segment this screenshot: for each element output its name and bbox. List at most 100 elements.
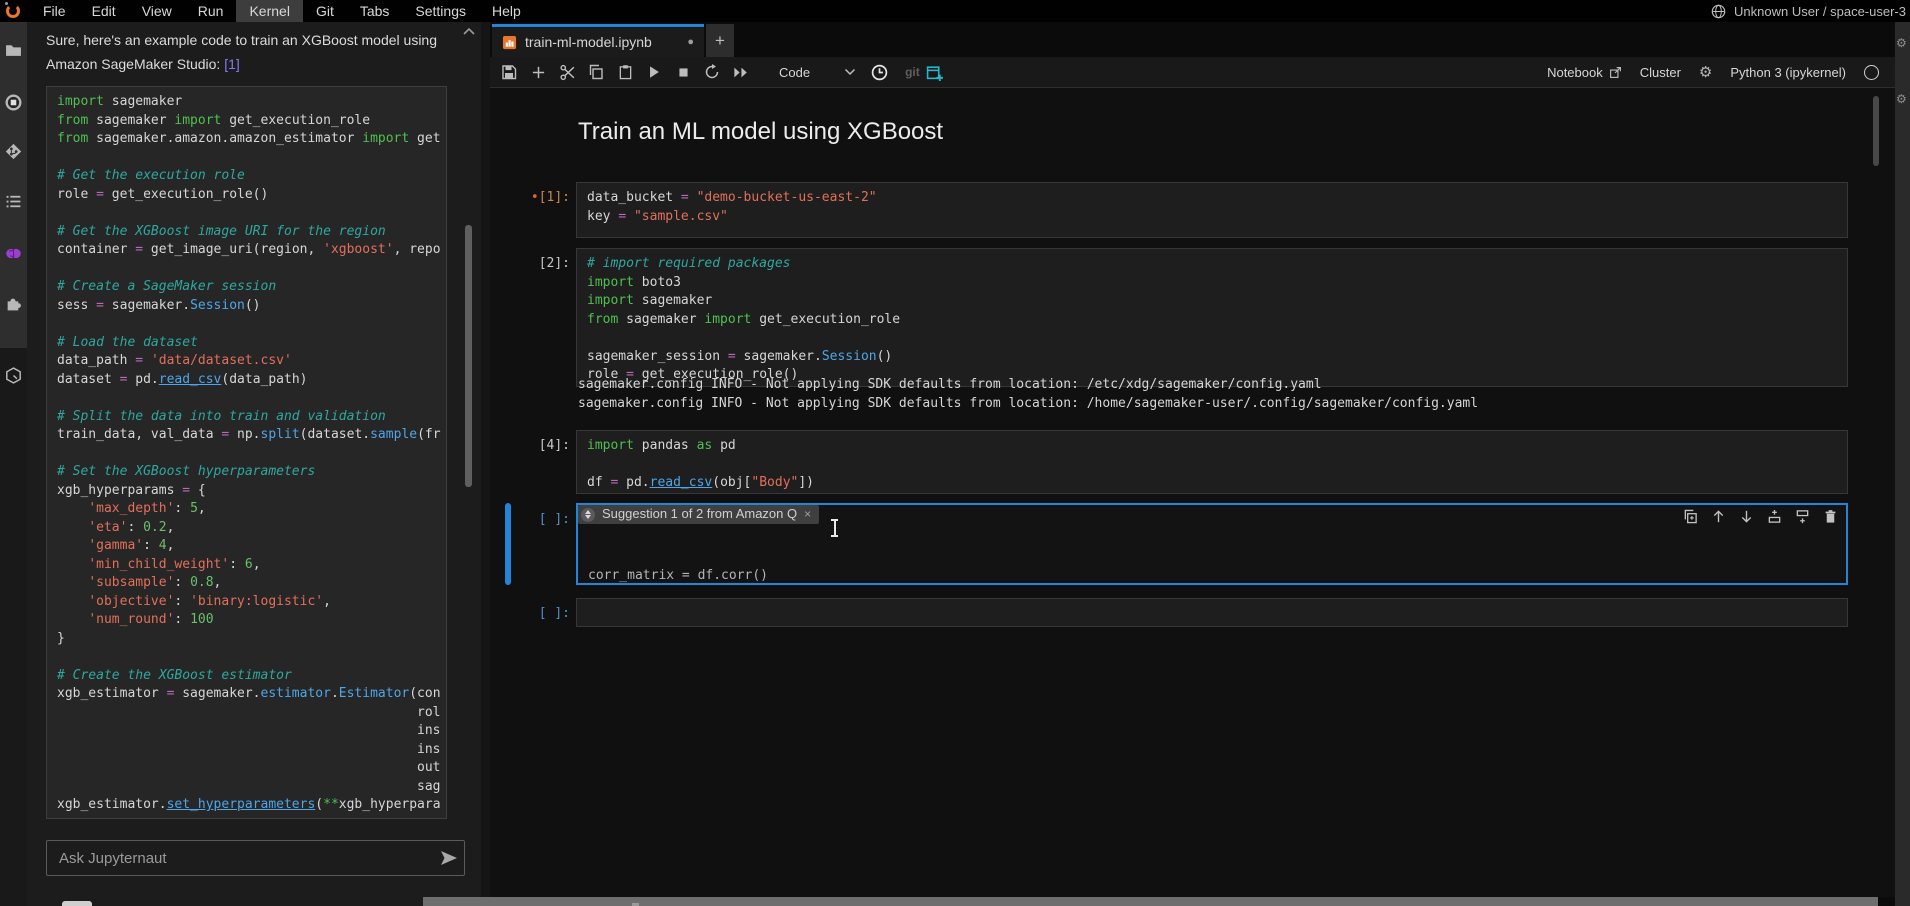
active-code-cell[interactable]: corr_matrix = df.corr() Suggestion 1 of … <box>576 503 1848 585</box>
table-of-contents-icon[interactable] <box>5 193 22 210</box>
schedule-notebook-icon[interactable] <box>926 63 944 81</box>
notebook-link[interactable]: Notebook <box>1547 65 1622 80</box>
insert-cell-above-icon[interactable] <box>1767 509 1782 524</box>
cell-type-dropdown[interactable]: Code <box>779 65 856 80</box>
code-line: from sagemaker.amazon.amazon_estimator i… <box>57 130 446 149</box>
code-line: # Get the execution role <box>57 167 446 186</box>
menu-items: FileEditViewRunKernelGitTabsSettingsHelp <box>30 0 534 22</box>
menu-item-file[interactable]: File <box>30 0 79 22</box>
code-line <box>588 548 1836 567</box>
chat-input-box <box>46 840 465 876</box>
suggestion-cycler-icon[interactable] <box>581 508 595 522</box>
menu-item-run[interactable]: Run <box>185 0 237 22</box>
insert-cell-below-icon[interactable] <box>1795 509 1810 524</box>
interrupt-kernel-button[interactable] <box>674 63 692 81</box>
menu-item-help[interactable]: Help <box>479 0 534 22</box>
code-line: 'gamma': 4, <box>57 537 446 556</box>
gear-icon[interactable]: ⚙ <box>1699 63 1712 81</box>
code-line <box>57 204 446 223</box>
code-line: 'min_child_weight': 6, <box>57 556 446 575</box>
code-line: import pandas as pd <box>587 437 1837 456</box>
cell-type-value: Code <box>779 65 810 80</box>
chat-scroll-up-icon[interactable] <box>462 26 476 36</box>
code-line <box>57 149 446 168</box>
code-cell[interactable]: import pandas as pd df = pd.read_csv(obj… <box>576 430 1848 494</box>
duplicate-cell-icon[interactable] <box>1683 509 1698 524</box>
code-line: corr_matrix = df.corr() <box>588 567 1836 586</box>
code-cell[interactable]: # import required packagesimport boto3im… <box>576 248 1848 387</box>
move-cell-down-icon[interactable] <box>1739 509 1754 524</box>
code-line: container = get_image_uri(region, 'xgboo… <box>57 241 446 260</box>
save-button[interactable] <box>500 63 518 81</box>
running-sessions-icon[interactable] <box>5 94 22 111</box>
move-cell-up-icon[interactable] <box>1711 509 1726 524</box>
restart-kernel-button[interactable] <box>703 63 721 81</box>
citation-link[interactable]: [1] <box>224 56 240 72</box>
menu-item-tabs[interactable]: Tabs <box>347 0 403 22</box>
jupyternaut-chat-panel: Sure, here's an example code to train an… <box>27 22 481 906</box>
notebook-content: Train an ML model using XGBoost •[1]: da… <box>490 88 1895 897</box>
send-button[interactable] <box>434 847 464 869</box>
paste-cells-button[interactable] <box>616 63 634 81</box>
code-line: sag <box>57 778 446 797</box>
kernel-status-icon[interactable] <box>1864 65 1879 80</box>
property-inspector-icon[interactable]: ⚙ <box>1896 36 1907 50</box>
cell-output: sagemaker.config INFO - Not applying SDK… <box>578 376 1478 413</box>
code-line: 'subsample': 0.8, <box>57 574 446 593</box>
notebook-tab[interactable]: train-ml-model.ipynb ● <box>492 24 704 57</box>
code-line: from sagemaker import get_execution_role <box>57 112 446 131</box>
menu-item-settings[interactable]: Settings <box>402 0 479 22</box>
menu-bar: FileEditViewRunKernelGitTabsSettingsHelp… <box>0 0 1910 22</box>
code-line <box>57 260 446 279</box>
kernel-usage-button[interactable] <box>870 63 888 81</box>
suggestion-label: Suggestion 1 of 2 from Amazon Q <box>602 505 797 524</box>
code-line: # Load the dataset <box>57 334 446 353</box>
restart-run-all-button[interactable] <box>732 63 750 81</box>
code-line: # Get the XGBoost image URI for the regi… <box>57 223 446 242</box>
jupyternaut-chat-icon[interactable] <box>5 245 22 262</box>
empty-code-cell[interactable] <box>576 598 1848 627</box>
code-line: sagemaker_session = sagemaker.Session() <box>587 348 1837 367</box>
extensions-icon[interactable] <box>5 295 22 312</box>
user-area[interactable]: Unknown User / space-user-3 <box>1711 4 1910 19</box>
code-cell[interactable]: data_bucket = "demo-bucket-us-east-2"key… <box>576 182 1848 238</box>
new-tab-button[interactable]: + <box>706 24 734 57</box>
delete-cell-icon[interactable] <box>1823 509 1838 524</box>
bottom-scroll-strip[interactable] <box>423 897 1878 906</box>
insert-cell-button[interactable] <box>529 63 547 81</box>
copy-cells-button[interactable] <box>587 63 605 81</box>
code-line: data_path = 'data/dataset.csv' <box>57 352 446 371</box>
menu-item-kernel[interactable]: Kernel <box>236 0 302 22</box>
code-line: xgb_hyperparams = { <box>57 482 446 501</box>
suggestion-close-icon[interactable]: × <box>804 505 811 524</box>
menu-item-git[interactable]: Git <box>303 0 347 22</box>
code-line: # Split the data into train and validati… <box>57 408 446 427</box>
menu-item-view[interactable]: View <box>129 0 185 22</box>
active-cell-collapser[interactable] <box>505 503 511 585</box>
git-icon[interactable] <box>5 143 22 160</box>
app-logo-icon <box>6 4 20 18</box>
code-line <box>587 456 1837 475</box>
code-line: train_data, val_data = np.split(dataset.… <box>57 426 446 445</box>
amazon-q-icon[interactable] <box>5 367 22 384</box>
code-line <box>57 389 446 408</box>
chat-input[interactable] <box>47 850 434 867</box>
code-line: # Create a SageMaker session <box>57 278 446 297</box>
code-line: from sagemaker import get_execution_role <box>587 311 1837 330</box>
cluster-link[interactable]: Cluster <box>1640 65 1681 80</box>
notebook-toolbar: Code git Notebook Cluster ⚙ Python 3 (ip… <box>490 57 1895 88</box>
code-line: role = get_execution_role() <box>57 186 446 205</box>
panel-splitter[interactable] <box>481 22 490 906</box>
notebook-scrollbar-thumb[interactable] <box>1873 96 1879 166</box>
file-browser-icon[interactable] <box>5 42 22 59</box>
cut-cells-button[interactable] <box>558 63 576 81</box>
git-toolbar-label[interactable]: git <box>905 65 920 79</box>
chat-scrollbar-thumb[interactable] <box>465 225 472 487</box>
user-label: Unknown User / space-user-3 <box>1734 4 1906 19</box>
code-line: xgb_estimator.set_hyperparameters(**xgb_… <box>57 796 446 815</box>
code-line: out <box>57 759 446 778</box>
run-cell-button[interactable] <box>645 63 663 81</box>
kernel-name[interactable]: Python 3 (ipykernel) <box>1730 65 1846 80</box>
debugger-icon[interactable]: ⚙ <box>1896 92 1907 106</box>
menu-item-edit[interactable]: Edit <box>79 0 129 22</box>
